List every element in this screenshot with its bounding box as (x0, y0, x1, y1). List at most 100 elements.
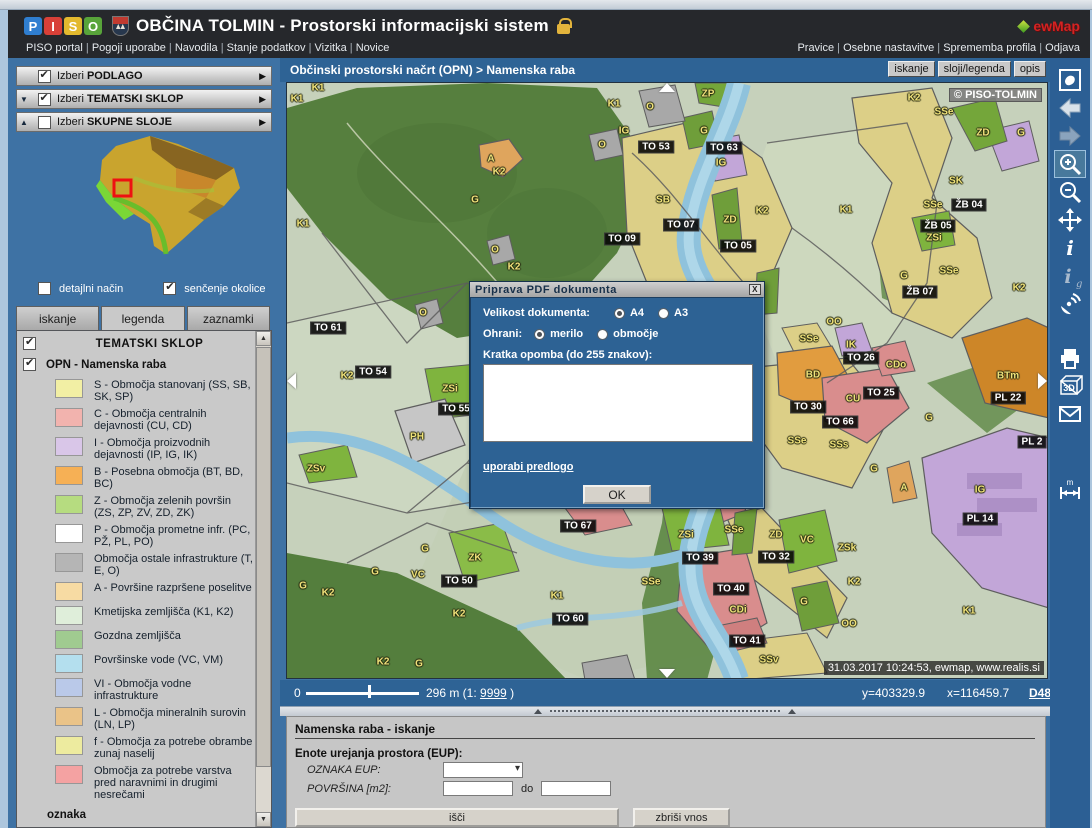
accordion-checkbox[interactable] (38, 116, 51, 129)
tab-iskanje[interactable]: iskanje (16, 306, 99, 330)
expand-arrow-icon[interactable]: ▶ (259, 117, 266, 128)
accordion-checkbox[interactable] (38, 93, 51, 106)
menu-link-vizitka[interactable]: Vizitka (315, 42, 347, 54)
tab-zaznamki[interactable]: zaznamki (187, 306, 270, 330)
map-column: Občinski prostorski načrt (OPN) > Namens… (280, 58, 1050, 828)
window-frame-top (0, 0, 1092, 10)
legend-group-title: OPN - Namenska raba (46, 359, 166, 371)
option-checkbox-senčenje-okolice[interactable] (163, 282, 176, 295)
header-menu-left: PISO portal | Pogoji uporabe | Navodila … (26, 42, 389, 54)
menu-link-osebne-nastavitve[interactable]: Osebne nastavitve (843, 42, 934, 54)
accordion-checkbox[interactable] (38, 70, 51, 83)
tab-legenda[interactable]: legenda (101, 306, 184, 330)
opis-button[interactable]: opis (1014, 61, 1046, 77)
forward-icon[interactable] (1054, 122, 1086, 150)
full-extent-icon[interactable] (1054, 66, 1086, 94)
info-select-icon[interactable]: ig (1054, 262, 1086, 290)
print-icon[interactable] (1054, 344, 1086, 372)
menu-link-piso-portal[interactable]: PISO portal (26, 42, 83, 54)
keep-obmocje-radio[interactable] (597, 329, 608, 340)
scale-text: 296 m (1: 9999 ) (426, 686, 514, 700)
piso-logo-letter: P (24, 17, 42, 35)
zoning-map[interactable]: K1K1K1OIGOAK2GSBK1OK2OK2ZPK2SSeZDGGK1SKS… (286, 82, 1048, 679)
datum-link[interactable]: D48 (1029, 686, 1051, 700)
header-menu-right: Pravice | Osebne nastavitve | Sprememba … (797, 42, 1080, 54)
legend-swatch (55, 408, 83, 427)
iskanje-button[interactable]: iskanje (888, 61, 934, 77)
oznaka-eup-select[interactable] (443, 762, 523, 778)
splitter-arrow-icon (788, 709, 796, 714)
tematski-sklop-checkbox[interactable] (23, 337, 36, 350)
legend-panel: TEMATSKI SKLOP OPN - Namenska raba S - O… (16, 330, 272, 828)
ewmap-logo: ewMap (1019, 18, 1080, 34)
3d-icon[interactable]: 3D (1054, 372, 1086, 400)
page-title: OBČINA TOLMIN - Prostorski informacijski… (136, 16, 549, 36)
menu-link-navodila[interactable]: Navodila (175, 42, 218, 54)
dialog-titlebar: Priprava PDF dokumenta X (470, 282, 764, 297)
map-watermark: 31.03.2017 10:24:53, ewmap, www.realis.s… (824, 661, 1044, 675)
scroll-down-button[interactable]: ▼ (256, 812, 271, 827)
lock-icon (557, 24, 570, 34)
expand-arrow-icon[interactable]: ▶ (259, 94, 266, 105)
legend-item: P - Območja prometne infr. (PC, PŽ, PL, … (55, 524, 255, 548)
use-template-link[interactable]: uporabi predlogo (483, 461, 751, 473)
keep-merilo-radio[interactable] (534, 329, 545, 340)
size-a4-radio[interactable] (614, 308, 625, 319)
app-header: PISO OBČINA TOLMIN - Prostorski informac… (8, 10, 1090, 58)
legend-item: Površinske vode (VC, VM) (55, 654, 255, 673)
accordion-tematski-sklop[interactable]: ▼Izberi TEMATSKI SKLOP▶ (16, 89, 272, 109)
search-button[interactable]: išči (295, 808, 619, 827)
gps-icon[interactable] (1054, 290, 1086, 318)
legend-swatch (55, 707, 83, 726)
clear-button[interactable]: zbriši vnos (633, 808, 730, 827)
collapse-arrow-icon[interactable]: ▼ (17, 95, 31, 104)
layer-accordion: Izberi PODLAGO▶▼Izberi TEMATSKI SKLOP▶▲I… (8, 66, 280, 132)
search-panel: Namenska raba - iskanje Enote urejanja p… (286, 716, 1046, 828)
size-a3-radio[interactable] (658, 308, 669, 319)
ok-button[interactable]: OK (583, 485, 651, 504)
menu-link-pravice[interactable]: Pravice (797, 42, 834, 54)
opn-layer-checkbox[interactable] (23, 358, 36, 371)
legend-swatch (55, 379, 83, 398)
panel-splitter[interactable] (280, 706, 1050, 716)
legend-item: S - Območja stanovanj (SS, SB, SK, SP) (55, 379, 255, 403)
menu-link-pogoji-uporabe[interactable]: Pogoji uporabe (92, 42, 166, 54)
scale-slider-track[interactable] (306, 692, 419, 695)
scroll-thumb[interactable] (256, 347, 271, 767)
measure-icon[interactable]: m (1054, 476, 1086, 504)
scalebar-zero: 0 (294, 686, 301, 700)
collapse-arrow-icon[interactable]: ▲ (17, 118, 31, 127)
option-checkbox-detajlni-način[interactable] (38, 282, 51, 295)
back-icon[interactable] (1054, 94, 1086, 122)
menu-link-sprememba-profila[interactable]: Sprememba profila (943, 42, 1036, 54)
note-textarea[interactable] (483, 364, 753, 442)
zoom-out-icon[interactable] (1054, 178, 1086, 206)
pan-left-arrow[interactable] (287, 373, 296, 389)
scale-slider-handle[interactable] (368, 685, 371, 698)
legend-item: VI - Območja vodne infrastrukture (55, 678, 255, 702)
sloji-legenda-button[interactable]: sloji/legenda (938, 61, 1011, 77)
legend-scrollbar[interactable]: ▲ ▼ (255, 331, 271, 827)
zoom-in-icon[interactable] (1054, 150, 1086, 178)
info-icon[interactable]: i (1054, 234, 1086, 262)
menu-link-odjava[interactable]: Odjava (1045, 42, 1080, 54)
povrsina-max-input[interactable] (541, 781, 611, 796)
legend-item: f - Območja za potrebe obrambe zunaj nas… (55, 736, 255, 760)
pan-down-arrow[interactable] (659, 669, 675, 678)
scale-value[interactable]: 9999 (480, 686, 507, 700)
legend-swatch (55, 765, 83, 784)
expand-arrow-icon[interactable]: ▶ (259, 71, 266, 82)
pan-up-arrow[interactable] (659, 83, 675, 92)
sidebar-tabs: iskanjelegendazaznamki (16, 306, 272, 330)
mail-icon[interactable] (1054, 400, 1086, 428)
menu-link-novice[interactable]: Novice (356, 42, 390, 54)
splitter-arrow-icon (534, 709, 542, 714)
scroll-up-button[interactable]: ▲ (256, 331, 271, 346)
overview-map[interactable] (38, 128, 248, 258)
dialog-close-icon[interactable]: X (749, 284, 761, 295)
pan-icon[interactable] (1054, 206, 1086, 234)
povrsina-min-input[interactable] (443, 781, 513, 796)
pan-right-arrow[interactable] (1038, 373, 1047, 389)
accordion-podlago[interactable]: Izberi PODLAGO▶ (16, 66, 272, 86)
menu-link-stanje-podatkov[interactable]: Stanje podatkov (227, 42, 306, 54)
